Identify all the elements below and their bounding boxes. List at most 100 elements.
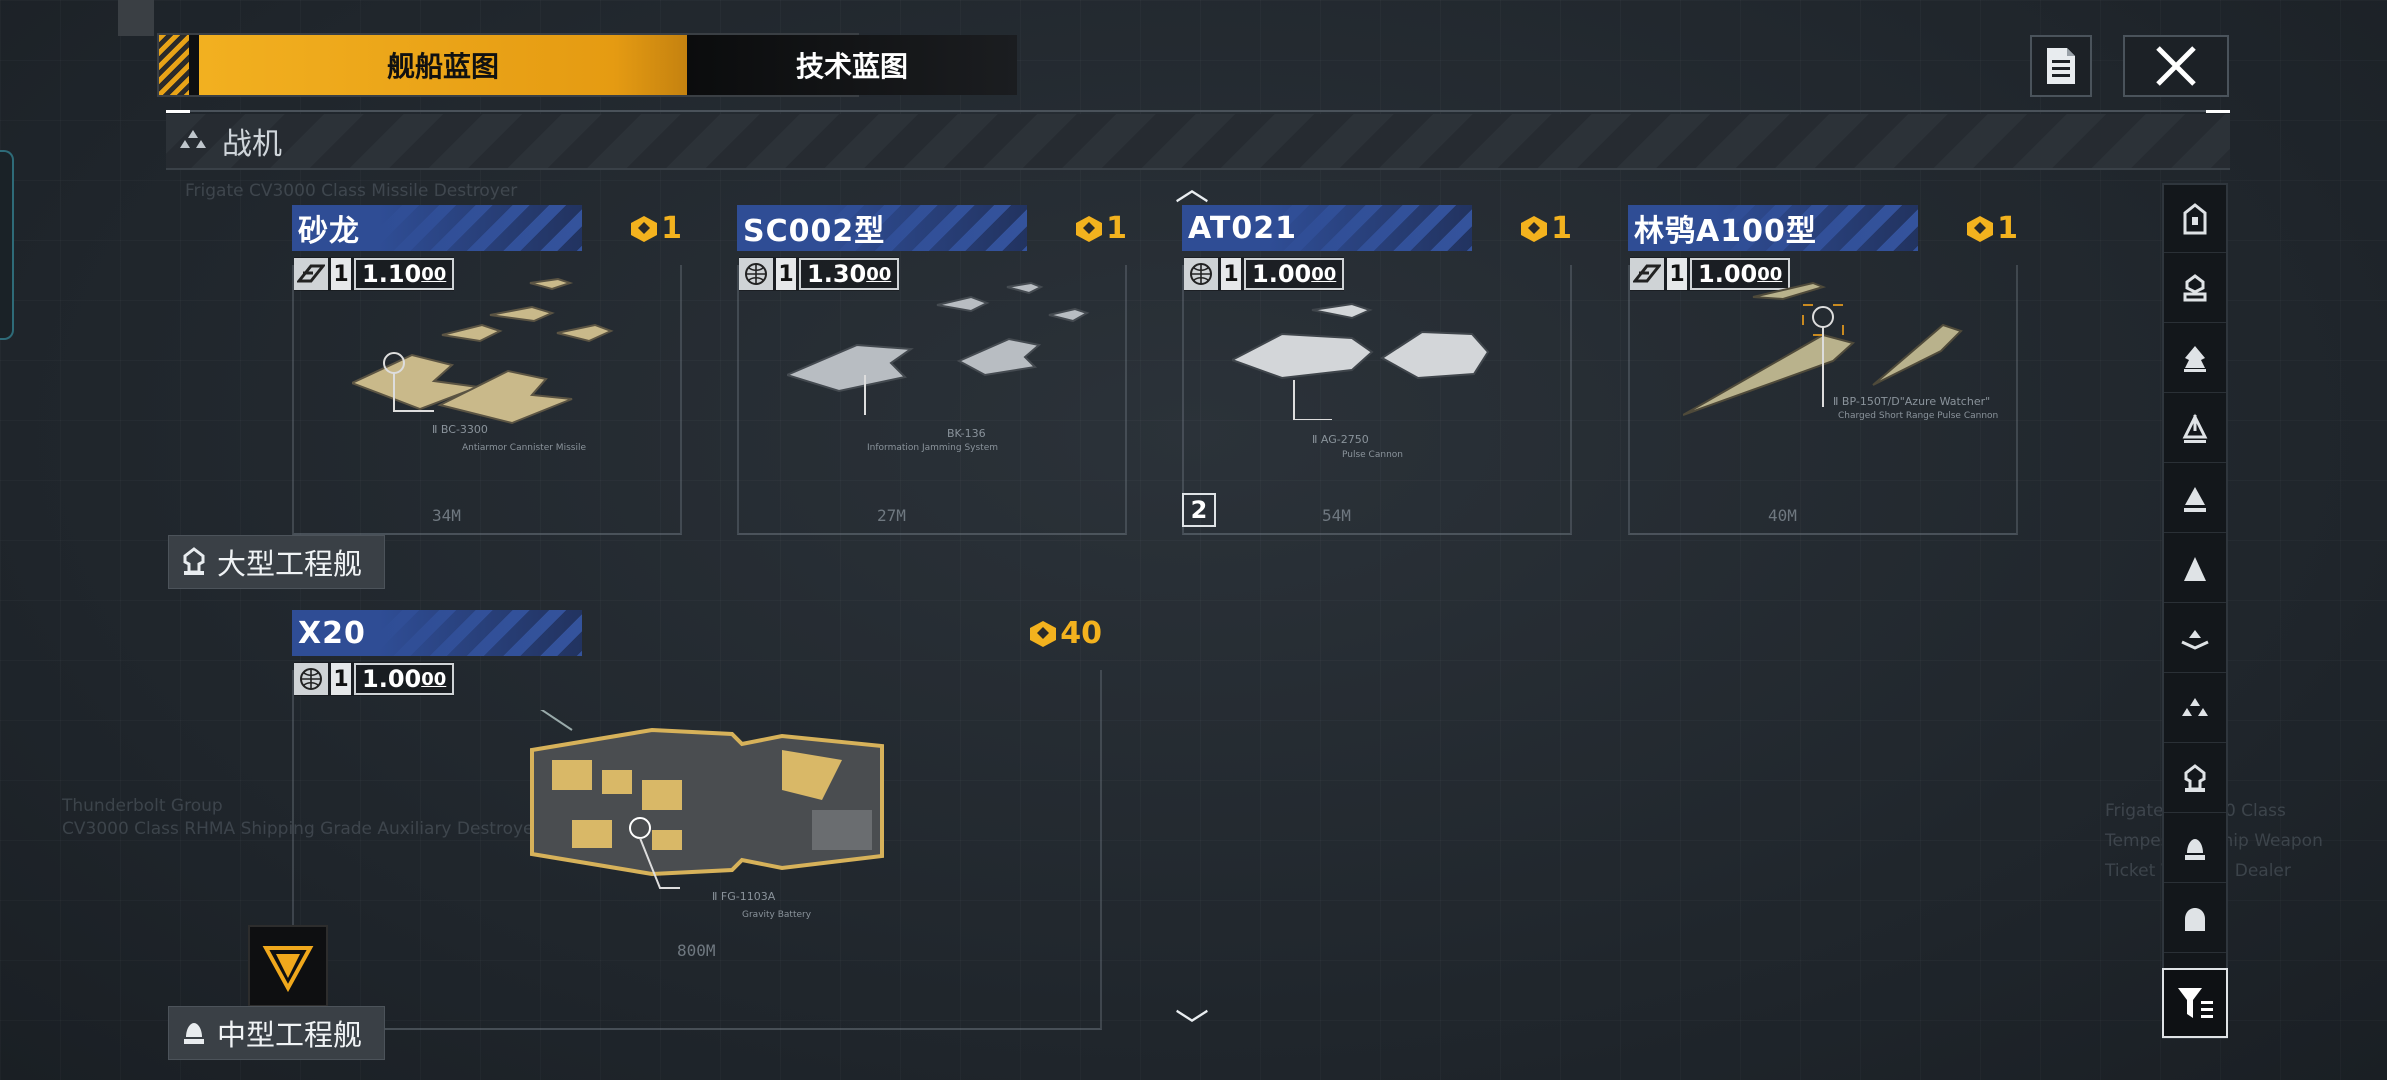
section-header-fighters: 战机	[166, 114, 2230, 170]
cost-value: 1	[1997, 211, 2018, 246]
filter-category-4[interactable]	[2164, 395, 2226, 463]
ship-cost: 1	[1074, 211, 1127, 246]
ship-level: 1	[331, 663, 351, 695]
filter-category-2[interactable]	[2164, 255, 2226, 323]
ship-model-image	[530, 710, 884, 889]
category-10-icon	[2185, 838, 2205, 860]
ship-card[interactable]: AT021 1 1 1.00 00 Ⅱ AG-2750 Pulse Cannon …	[1182, 205, 1572, 535]
ship-level: 1	[1221, 258, 1241, 290]
category-5-icon	[2184, 486, 2206, 512]
corner-marker	[118, 0, 154, 36]
ship-multiplier: 1.00 00	[1244, 258, 1345, 290]
divider-cap-right	[2206, 110, 2230, 113]
ship-cost: 40	[1028, 616, 1102, 651]
command-point-icon	[1030, 620, 1057, 647]
ship-stat: 1 1.00 00	[1184, 257, 1345, 291]
ship-name: 林鸮A100型	[1628, 205, 1918, 251]
category-9-icon	[2184, 763, 2206, 792]
weapon-callout: Ⅱ AG-2750	[1312, 433, 1369, 446]
category-2-icon	[2183, 273, 2207, 301]
filter-category-11[interactable]	[2164, 885, 2226, 953]
ship-cost: 1	[1519, 211, 1572, 246]
command-point-icon	[631, 215, 658, 242]
tab-stripe	[159, 35, 189, 95]
background-caption: Frigate CV3000 Class Missile Destroyer	[185, 181, 518, 201]
medium-engineering-icon	[184, 1023, 204, 1044]
faction-icon	[1630, 258, 1664, 290]
filter-category-8[interactable]	[2164, 675, 2226, 743]
ship-count-badge: 2	[1182, 493, 1216, 527]
ship-model-image	[787, 281, 1090, 415]
close-icon	[2156, 46, 2196, 86]
weapon-callout-sub: Information Jamming System	[867, 443, 999, 453]
ship-cost: 1	[1965, 211, 2018, 246]
category-11-icon	[2185, 907, 2205, 931]
weapon-callout-sub: Gravity Battery	[742, 910, 812, 920]
ship-level: 1	[331, 258, 351, 290]
ship-card[interactable]: SC002型 1 1 1.30 00 BK-136 Information Jam…	[737, 205, 1127, 535]
large-engineering-icon	[183, 547, 205, 575]
ship-card[interactable]: 砂龙 1 1 1.10 00 Ⅱ BC-3300 Antiarmor Cannis…	[292, 205, 682, 535]
multiplier-suffix: 00	[421, 668, 447, 690]
ship-multiplier: 1.00 00	[354, 663, 455, 695]
ship-length: 800M	[677, 941, 716, 960]
filter-category-5[interactable]	[2164, 465, 2226, 533]
filter-category-1[interactable]	[2164, 185, 2226, 253]
category-label: 大型工程舰	[217, 547, 363, 581]
divider-cap-left	[166, 110, 190, 113]
ship-name: 砂龙	[292, 205, 582, 251]
filter-category-3[interactable]	[2164, 325, 2226, 393]
close-button[interactable]	[2123, 35, 2229, 97]
filter-category-10[interactable]	[2164, 815, 2226, 883]
header-divider	[166, 110, 2230, 112]
warning-triangle-icon	[262, 946, 314, 993]
blueprint-tab-bar: 舰船蓝图 技术蓝图	[157, 33, 1017, 97]
command-point-icon	[1076, 215, 1103, 242]
notes-icon	[2047, 48, 2075, 84]
weapon-callout: Ⅱ BP-150T/D"Azure Watcher"	[1833, 395, 1991, 408]
filter-button[interactable]	[2162, 968, 2228, 1038]
command-point-icon	[1967, 215, 1994, 242]
cost-value: 1	[661, 211, 682, 246]
scroll-down-chevron-icon[interactable]: ﹀	[1175, 1010, 1209, 1044]
category-6-icon	[2184, 556, 2206, 581]
filter-icon	[2178, 988, 2213, 1018]
command-point-icon	[1521, 215, 1548, 242]
warning-marker[interactable]	[248, 925, 328, 1007]
globe-icon	[294, 663, 328, 695]
tab-tech-blueprint[interactable]: 技术蓝图	[687, 35, 1017, 95]
ship-class-filter-column	[2162, 183, 2228, 1039]
weapon-callout-sub: Pulse Cannon	[1342, 450, 1403, 460]
tab-ship-blueprint[interactable]: 舰船蓝图	[199, 35, 687, 95]
ship-cost: 1	[629, 211, 682, 246]
ship-card[interactable]: 林鸮A100型 1 1 1.00 00 Ⅱ BP-150T/D"Azure Wat…	[1628, 205, 2018, 535]
weapon-callout-sub: Charged Short Range Pulse Cannon	[1838, 411, 1999, 421]
filter-category-6[interactable]	[2164, 535, 2226, 603]
cost-value: 1	[1106, 211, 1127, 246]
category-tag-large-engineering: 大型工程舰	[168, 535, 386, 589]
scroll-up-chevron-icon[interactable]: ︿	[1175, 172, 1209, 206]
background-caption: Thunderbolt Group	[62, 796, 223, 816]
weapon-callout-sub: Antiarmor Cannister Missile	[462, 443, 586, 453]
filter-category-9[interactable]	[2164, 745, 2226, 813]
cost-value: 1	[1551, 211, 1572, 246]
globe-icon	[1184, 258, 1218, 290]
ship-length: 40M	[1768, 506, 1797, 525]
ship-length: 54M	[1322, 506, 1351, 525]
notes-button[interactable]	[2030, 35, 2092, 97]
weapon-callout: Ⅱ FG-1103A	[712, 890, 776, 903]
cost-value: 40	[1060, 616, 1102, 651]
category-3-icon	[2184, 345, 2206, 372]
multiplier-suffix: 00	[1311, 263, 1337, 285]
multiplier-value: 1.00	[1252, 260, 1312, 288]
weapon-callout: Ⅱ BC-3300	[432, 423, 488, 436]
filter-category-7[interactable]	[2164, 605, 2226, 673]
category-7-icon	[2181, 629, 2209, 650]
ship-card[interactable]: X20 40 1 1.00 00 Ⅱ FG-1103A Gravity Batte…	[292, 610, 1102, 1030]
ship-stat: 1 1.00 00	[294, 662, 455, 696]
left-edge-tab[interactable]	[0, 150, 14, 340]
multiplier-value: 1.00	[362, 665, 422, 693]
ship-length: 34M	[432, 506, 461, 525]
ship-name: SC002型	[737, 205, 1027, 251]
category-1-icon	[2183, 202, 2207, 234]
